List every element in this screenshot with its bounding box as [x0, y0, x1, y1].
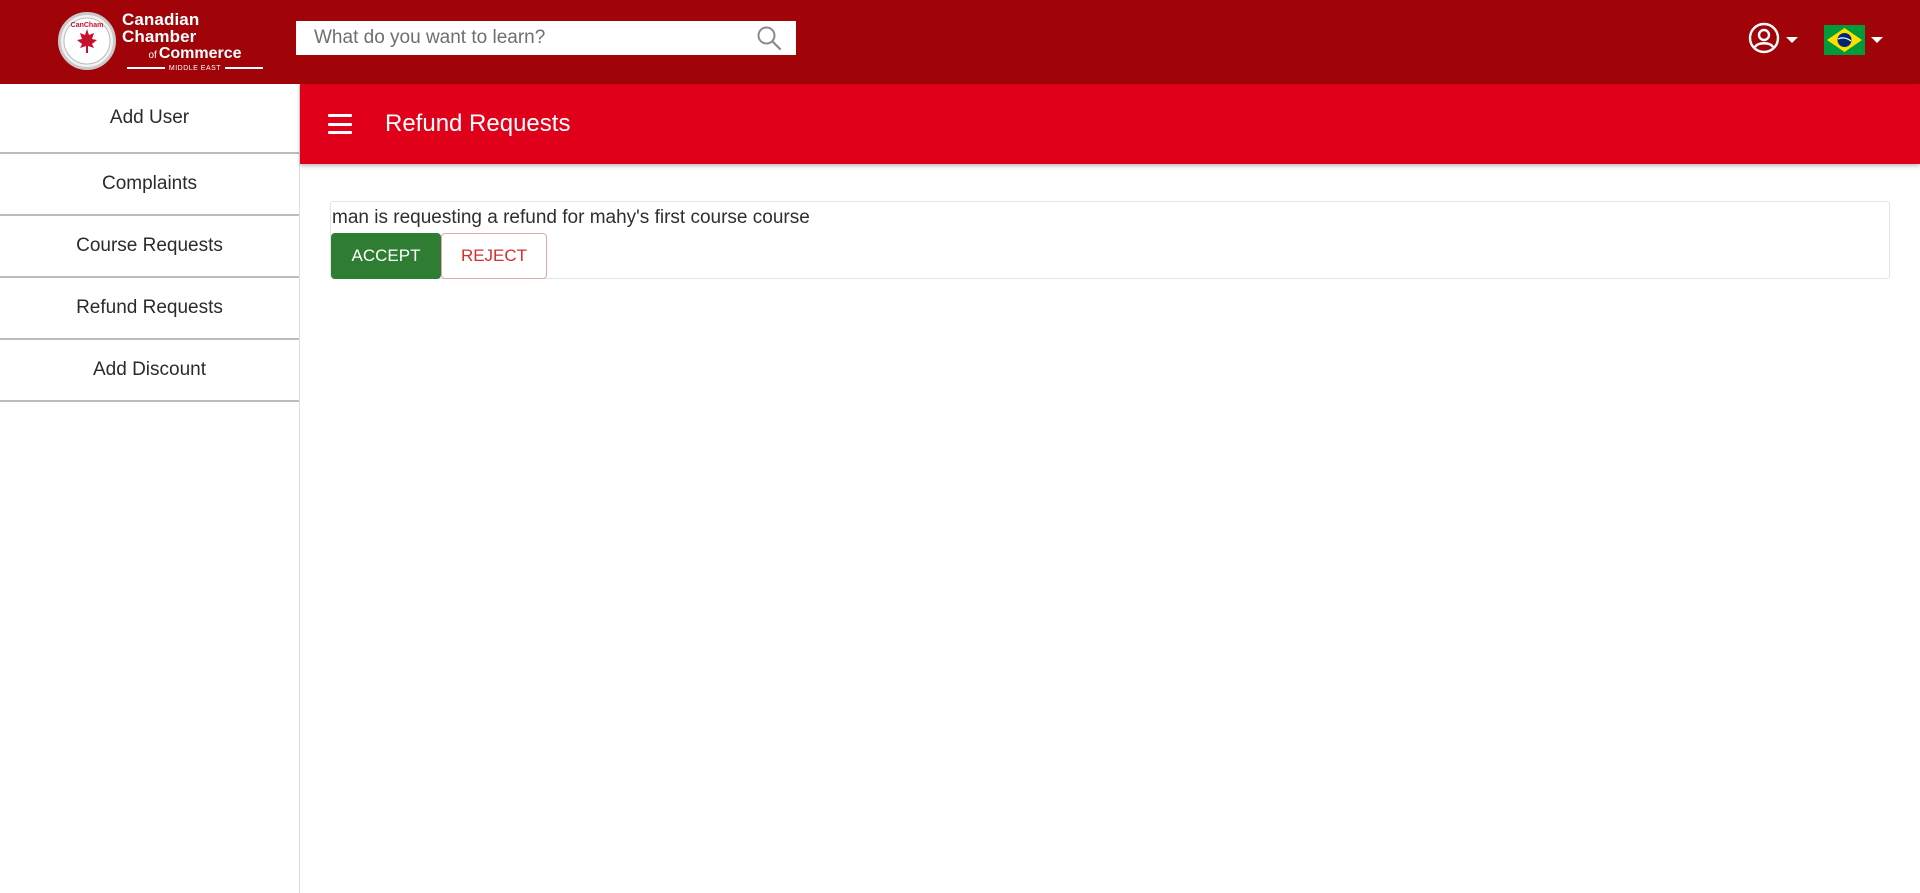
brand-line2-prefix: of	[148, 49, 157, 61]
page-title: Refund Requests	[385, 110, 571, 137]
sidebar-item-course-requests[interactable]: Course Requests	[0, 216, 299, 278]
sidebar: Add User Complaints Course Requests Refu…	[0, 84, 300, 893]
chevron-down-icon	[1786, 37, 1798, 43]
accept-button[interactable]: ACCEPT	[331, 233, 441, 279]
top-navbar: CanCham Canadian Chamber of Commerce MIDD…	[0, 0, 1920, 84]
search-icon[interactable]	[754, 23, 784, 53]
brand-line1: Canadian Chamber	[122, 9, 200, 46]
svg-text:CanCham: CanCham	[71, 22, 104, 29]
sidebar-item-refund-requests[interactable]: Refund Requests	[0, 278, 299, 340]
menu-icon[interactable]	[328, 114, 352, 134]
sidebar-item-add-user[interactable]: Add User	[0, 84, 299, 154]
brazil-flag-icon	[1824, 25, 1865, 55]
cancham-logo[interactable]: CanCham Canadian Chamber of Commerce MIDD…	[58, 10, 268, 72]
brand-line2-main: Commerce	[158, 44, 242, 62]
search-bar	[296, 21, 796, 55]
search-input[interactable]	[296, 21, 754, 55]
refund-request-text: man is requesting a refund for mahy's fi…	[332, 207, 810, 228]
brand-line2: of Commerce	[148, 44, 242, 62]
brand-region: MIDDLE EAST	[168, 64, 222, 72]
chevron-down-icon	[1871, 37, 1883, 43]
account-circle-icon	[1748, 22, 1780, 59]
cancham-seal-icon: CanCham	[58, 12, 116, 70]
refund-request-card: man is requesting a refund for mahy's fi…	[330, 201, 1890, 279]
brand-wordmark: Canadian Chamber of Commerce MIDDLE EAST	[122, 11, 268, 72]
language-menu-button[interactable]	[1824, 24, 1884, 56]
page-header: Refund Requests	[300, 84, 1920, 164]
brand-line3: MIDDLE EAST	[126, 64, 264, 72]
sidebar-item-add-discount[interactable]: Add Discount	[0, 340, 299, 402]
sidebar-item-complaints[interactable]: Complaints	[0, 154, 299, 216]
reject-button[interactable]: REJECT	[441, 233, 547, 279]
user-menu-button[interactable]	[1748, 22, 1802, 59]
